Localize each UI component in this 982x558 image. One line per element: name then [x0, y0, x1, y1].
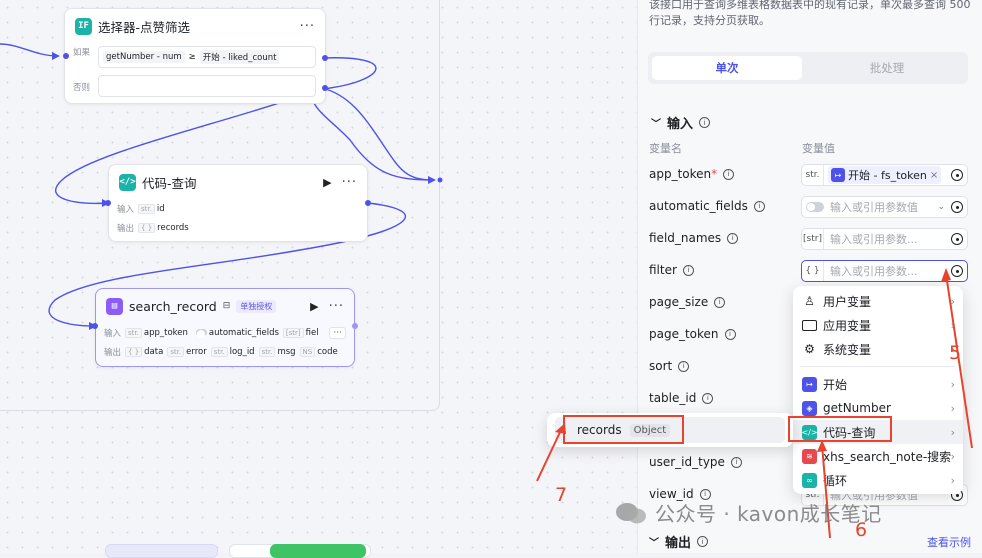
annotation-number-5: 5 — [949, 342, 962, 364]
wechat-icon — [613, 500, 649, 526]
annotation-number-7: 7 — [555, 484, 568, 506]
watermark: 公众号 · kavon成长笔记 — [613, 498, 882, 527]
watermark-text: 公众号 · kavon成长笔记 — [655, 502, 882, 526]
annotation-arrows — [536, 268, 973, 539]
